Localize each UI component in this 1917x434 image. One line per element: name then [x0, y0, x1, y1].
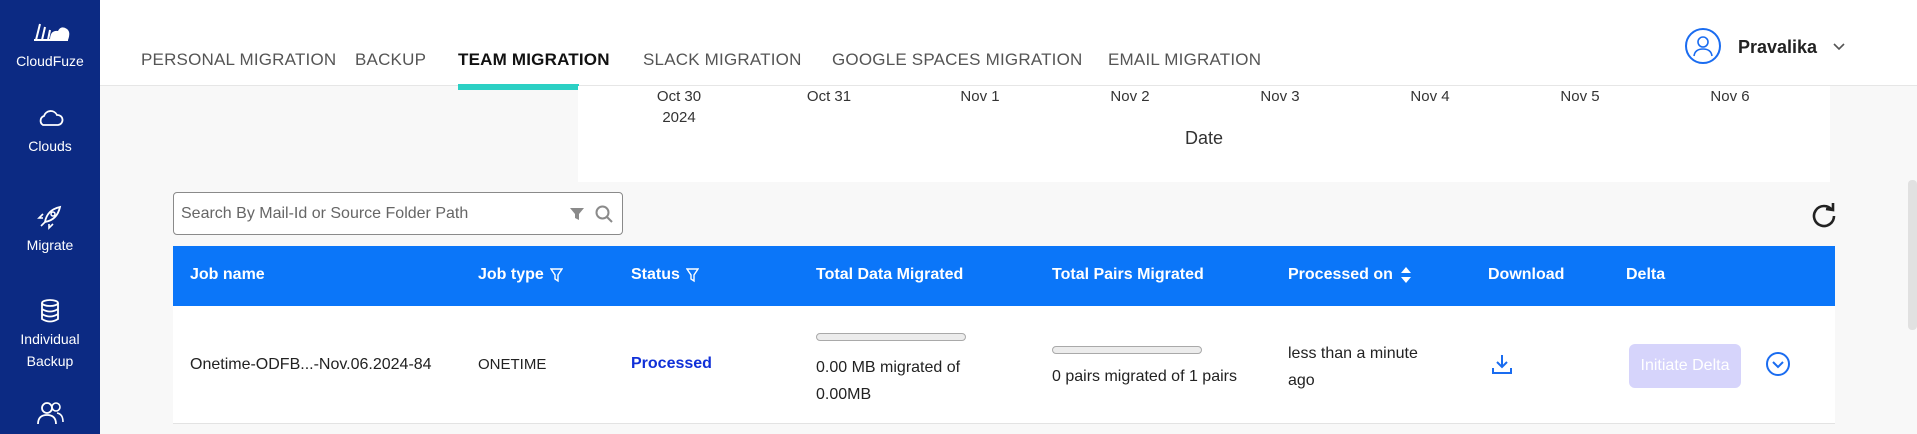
chevron-down-icon[interactable]: [1832, 40, 1846, 54]
download-icon[interactable]: [1490, 352, 1514, 376]
column-header-status: Status: [631, 266, 699, 284]
table-row[interactable]: Onetime-ODFB...-Nov.06.2024-84 ONETIME P…: [173, 306, 1835, 424]
x-tick-label: Oct 30 2024: [634, 86, 724, 128]
processed-on-line: less than a minute: [1288, 345, 1418, 362]
filter-icon[interactable]: [685, 267, 699, 283]
sort-icon[interactable]: [1399, 266, 1413, 284]
column-header-total-data-migrated: Total Data Migrated: [816, 266, 963, 284]
column-header-job-type: Job type: [478, 266, 563, 284]
job-type: ONETIME: [478, 356, 547, 373]
column-header-download: Download: [1488, 266, 1564, 284]
processed-on-line: ago: [1288, 372, 1315, 389]
active-tab-indicator: [458, 84, 579, 90]
column-header-processed-on[interactable]: Processed on: [1288, 266, 1413, 284]
data-migrated-line: 0.00 MB migrated of: [816, 359, 961, 376]
x-tick-text: Oct 30: [656, 88, 702, 105]
search-icon[interactable]: [594, 204, 614, 224]
chart-area: Oct 30 2024 Oct 31 Nov 1 Nov 2 Nov 3 Nov…: [578, 86, 1830, 182]
sidebar-item-users[interactable]: [0, 398, 100, 430]
rocket-icon: [37, 205, 62, 230]
pairs-progress-bar: [1052, 346, 1202, 354]
sidebar-item-clouds[interactable]: Clouds: [0, 103, 100, 157]
tab-email-migration[interactable]: EMAIL MIGRATION: [1108, 50, 1261, 70]
sidebar-item-label: Clouds: [28, 138, 72, 154]
column-header-job-name: Job name: [190, 266, 265, 284]
x-tick-year: 2024: [662, 109, 696, 126]
x-tick-label: Nov 6: [1710, 88, 1750, 105]
pairs-migrated-text: 0 pairs migrated of 1 pairs: [1052, 368, 1237, 385]
column-label: Status: [631, 266, 680, 283]
processed-on: less than a minute ago: [1288, 340, 1418, 394]
cloudfuze-logo-icon: [34, 23, 70, 41]
tab-personal-migration[interactable]: PERSONAL MIGRATION: [141, 50, 336, 70]
x-tick-label: Nov 4: [1410, 88, 1450, 105]
sidebar: CloudFuze Clouds Migrate Individual Back…: [0, 0, 100, 434]
user-name[interactable]: Pravalika: [1738, 37, 1817, 58]
job-name[interactable]: Onetime-ODFB...-Nov.06.2024-84: [190, 356, 432, 374]
cloud-icon: [39, 110, 64, 126]
x-tick-label: Nov 5: [1560, 88, 1600, 105]
sidebar-item-label: Individual Backup: [20, 331, 80, 369]
filter-icon[interactable]: [568, 205, 586, 223]
tab-team-migration[interactable]: TEAM MIGRATION: [458, 50, 610, 70]
search-input[interactable]: [181, 193, 561, 234]
x-tick-label: Oct 31: [806, 88, 852, 105]
tab-google-spaces-migration[interactable]: GOOGLE SPACES MIGRATION: [832, 50, 1083, 70]
x-axis-label: Date: [1184, 128, 1224, 148]
users-icon: [37, 402, 64, 425]
tab-backup[interactable]: BACKUP: [355, 50, 426, 70]
tab-slack-migration[interactable]: SLACK MIGRATION: [643, 50, 802, 70]
column-label: Download: [1488, 266, 1565, 283]
status-badge: Processed: [631, 355, 712, 372]
column-header-total-pairs-migrated: Total Pairs Migrated: [1052, 266, 1204, 284]
column-label: Delta: [1626, 266, 1666, 283]
search-box: [173, 192, 623, 235]
column-label: Job type: [478, 266, 544, 283]
column-label: Total Pairs Migrated: [1052, 266, 1204, 283]
column-label: Job name: [190, 266, 265, 283]
database-icon: [41, 299, 59, 323]
x-tick-label: Nov 2: [1110, 88, 1150, 105]
column-label: Total Data Migrated: [816, 266, 964, 283]
refresh-icon[interactable]: [1810, 200, 1838, 228]
table-header: Job name Job type Status Total Data Migr…: [173, 246, 1835, 306]
filter-icon[interactable]: [549, 267, 563, 283]
logo-label: CloudFuze: [16, 53, 84, 69]
data-migrated-text: 0.00 MB migrated of 0.00MB: [816, 354, 960, 408]
x-tick-label: Nov 1: [960, 88, 1000, 105]
sidebar-item-label: Migrate: [26, 237, 74, 253]
column-label: Processed on: [1288, 266, 1393, 283]
column-header-delta: Delta: [1626, 266, 1665, 284]
data-migrated-line: 0.00MB: [816, 386, 872, 403]
x-tick-label: Nov 3: [1260, 88, 1300, 105]
top-navigation: PERSONAL MIGRATION BACKUP TEAM MIGRATION…: [100, 0, 1917, 86]
user-icon: [1693, 36, 1713, 57]
scrollbar[interactable]: [1908, 180, 1917, 330]
user-avatar[interactable]: [1685, 28, 1721, 64]
initiate-delta-button[interactable]: Initiate Delta: [1629, 344, 1741, 388]
sidebar-item-migrate[interactable]: Migrate: [0, 202, 100, 256]
data-progress-bar: [816, 333, 966, 341]
cloudfuze-logo[interactable]: CloudFuze: [0, 18, 100, 72]
sidebar-item-individual-backup[interactable]: Individual Backup: [0, 296, 100, 372]
expand-row-icon[interactable]: [1765, 351, 1791, 377]
